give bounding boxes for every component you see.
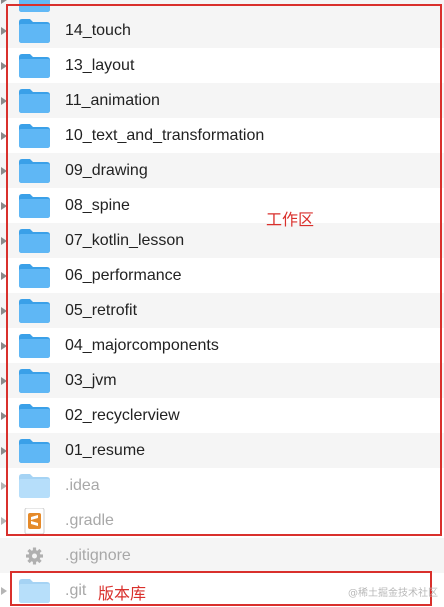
folder-icon xyxy=(18,193,51,219)
folder-label: 01_resume xyxy=(65,441,146,459)
list-item[interactable]: 08_spine xyxy=(0,188,444,223)
disclosure-triangle-icon[interactable] xyxy=(1,0,7,4)
disclosure-triangle-icon[interactable] xyxy=(1,341,7,350)
folder-label: 13_layout xyxy=(65,56,135,74)
folder-label: 08_spine xyxy=(65,196,130,214)
list-item[interactable]: 10_text_and_transformation xyxy=(0,118,444,153)
file-label-gradle: .gradle xyxy=(65,511,114,529)
folder-label: 07_kotlin_lesson xyxy=(65,231,185,249)
folder-label: 14_touch xyxy=(65,21,131,39)
disclosure-triangle-icon[interactable] xyxy=(1,376,7,385)
folder-label: 03_jvm xyxy=(65,371,117,389)
list-item[interactable]: 09_drawing xyxy=(0,153,444,188)
disclosure-triangle-icon[interactable] xyxy=(1,306,7,315)
folder-icon xyxy=(18,18,51,44)
disclosure-triangle-icon[interactable] xyxy=(1,516,7,525)
disclosure-triangle-icon[interactable] xyxy=(1,131,7,140)
gear-icon xyxy=(18,543,51,569)
folder-icon xyxy=(18,473,51,499)
folder-icon xyxy=(18,53,51,79)
folder-label: 04_majorcomponents xyxy=(65,336,219,354)
folder-icon xyxy=(18,158,51,184)
disclosure-triangle-icon[interactable] xyxy=(1,166,7,175)
disclosure-triangle-icon[interactable] xyxy=(1,446,7,455)
folder-icon xyxy=(18,368,51,394)
list-item[interactable]: 13_layout xyxy=(0,48,444,83)
folder-icon xyxy=(18,578,51,604)
folder-icon xyxy=(18,123,51,149)
list-item[interactable]: 11_animation xyxy=(0,83,444,118)
file-label-gitignore: .gitignore xyxy=(65,546,131,564)
list-item-gitignore[interactable]: .gitignore xyxy=(0,538,444,573)
folder-label: 05_retrofit xyxy=(65,301,138,319)
disclosure-triangle-icon[interactable] xyxy=(1,586,7,595)
disclosure-triangle-icon[interactable] xyxy=(1,481,7,490)
list-item[interactable]: 04_majorcomponents xyxy=(0,328,444,363)
disclosure-triangle-icon[interactable] xyxy=(1,271,7,280)
folder-icon xyxy=(18,298,51,324)
list-item[interactable]: .idea xyxy=(0,468,444,503)
list-item[interactable]: 03_jvm xyxy=(0,363,444,398)
list-item-gradle[interactable]: .gradle xyxy=(0,503,444,538)
repository-annotation: 版本库 xyxy=(98,584,147,603)
sublime-file-icon xyxy=(18,507,51,534)
folder-label: 09_drawing xyxy=(65,161,148,179)
folder-icon xyxy=(18,403,51,429)
list-item[interactable]: 01_resume xyxy=(0,433,444,468)
folder-icon xyxy=(18,333,51,359)
disclosure-triangle-icon[interactable] xyxy=(1,411,7,420)
folder-icon xyxy=(18,438,51,464)
list-item[interactable]: 06_performance xyxy=(0,258,444,293)
list-item[interactable]: 14_touch xyxy=(0,13,444,48)
folder-label: .idea xyxy=(65,476,100,494)
file-label-git: .git xyxy=(65,581,87,599)
folder-icon xyxy=(18,228,51,254)
folder-label: 10_text_and_transformation xyxy=(65,126,265,144)
folder-label: 11_animation xyxy=(65,91,160,109)
disclosure-triangle-icon[interactable] xyxy=(1,236,7,245)
list-item[interactable]: 05_retrofit xyxy=(0,293,444,328)
disclosure-triangle-icon[interactable] xyxy=(1,96,7,105)
finder-file-list: 14_touch 13_layout 11_animation 10_text_and… xyxy=(0,0,444,607)
folder-icon xyxy=(18,0,51,13)
folder-label: 06_performance xyxy=(65,266,182,284)
disclosure-triangle-icon[interactable] xyxy=(1,201,7,210)
workspace-annotation: 工作区 xyxy=(266,210,315,229)
watermark: @稀土掘金技术社区 xyxy=(348,588,438,599)
folder-label: 02_recyclerview xyxy=(65,406,180,424)
folder-icon xyxy=(18,88,51,114)
folder-icon xyxy=(18,263,51,289)
list-item[interactable]: 07_kotlin_lesson xyxy=(0,223,444,258)
disclosure-triangle-icon[interactable] xyxy=(1,26,7,35)
disclosure-triangle-icon[interactable] xyxy=(1,61,7,70)
list-item[interactable]: 02_recyclerview xyxy=(0,398,444,433)
